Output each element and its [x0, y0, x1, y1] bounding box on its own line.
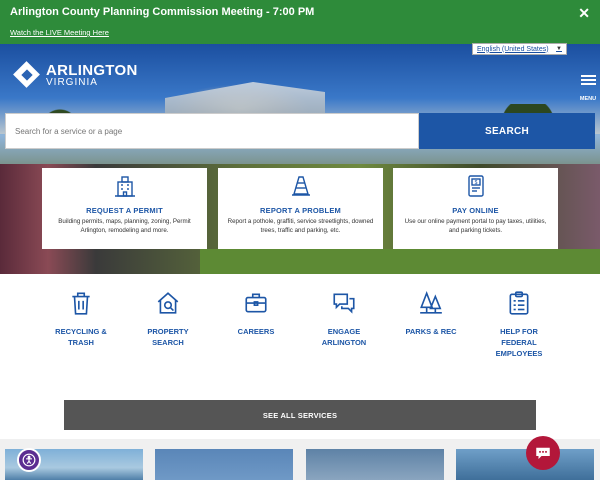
service-label: PROPERTY SEARCH — [147, 327, 189, 347]
request-permit-card[interactable]: REQUEST A PERMIT Building permits, maps,… — [42, 168, 207, 249]
pay-online-card[interactable]: $ PAY ONLINE Use our online payment port… — [393, 168, 558, 249]
news-thumbnail[interactable] — [155, 449, 293, 480]
svg-text:$: $ — [474, 180, 477, 186]
chat-bubbles-icon — [333, 293, 355, 314]
service-careers[interactable]: CAREERS — [221, 290, 291, 338]
service-engage-arlington[interactable]: ENGAGE ARLINGTON — [309, 290, 379, 349]
card-title: PAY ONLINE — [452, 206, 499, 215]
house-search-icon — [157, 292, 179, 314]
service-recycling-trash[interactable]: RECYCLING & TRASH — [46, 290, 116, 349]
card-title: REQUEST A PERMIT — [86, 206, 163, 215]
trees-icon — [420, 290, 442, 314]
service-federal-employees[interactable]: HELP FOR FEDERAL EMPLOYEES — [484, 290, 554, 360]
clipboard-icon — [509, 291, 529, 315]
see-all-services-button[interactable]: SEE ALL SERVICES — [64, 400, 536, 430]
news-thumbnail[interactable] — [456, 449, 594, 480]
news-thumbnail[interactable] — [306, 449, 444, 480]
hamburger-icon — [578, 75, 598, 85]
close-icon[interactable]: ✕ — [578, 5, 590, 22]
briefcase-icon — [245, 293, 267, 313]
service-parks-rec[interactable]: PARKS & REC — [396, 290, 466, 338]
language-label: English (United States) — [477, 45, 549, 53]
card-title: REPORT A PROBLEM — [260, 206, 341, 215]
search-input[interactable] — [5, 113, 419, 149]
logo-subtitle: VIRGINIA — [46, 76, 98, 88]
traffic-cone-icon — [291, 176, 310, 196]
service-label: PARKS & REC — [405, 327, 457, 336]
service-label: ENGAGE ARLINGTON — [321, 327, 367, 347]
report-problem-card[interactable]: REPORT A PROBLEM Report a pothole, graff… — [218, 168, 383, 249]
watch-live-link[interactable]: Watch the LIVE Meeting Here — [10, 28, 109, 37]
logo-name: ARLINGTON — [46, 61, 138, 79]
alert-banner: Arlington County Planning Commission Mee… — [0, 0, 600, 44]
search-button[interactable]: SEARCH — [419, 113, 595, 149]
accessibility-button[interactable] — [17, 448, 41, 472]
accessibility-icon — [22, 453, 36, 467]
service-label: CAREERS — [237, 327, 275, 336]
chat-icon — [536, 447, 550, 459]
payment-kiosk-icon: $ — [467, 175, 484, 197]
menu-label: MENU — [579, 96, 597, 102]
arlington-logo[interactable]: ARLINGTON VIRGINIA — [14, 62, 138, 88]
service-label: HELP FOR FEDERAL EMPLOYEES — [495, 327, 543, 358]
chevron-down-icon: ▼ — [556, 46, 562, 52]
trash-can-icon — [72, 292, 90, 315]
card-description: Building permits, maps, planning, zoning… — [58, 218, 191, 234]
alert-title: Arlington County Planning Commission Mee… — [10, 6, 315, 18]
card-description: Report a pothole, graffiti, service stre… — [227, 218, 374, 234]
chat-button[interactable] — [526, 436, 560, 470]
service-property-search[interactable]: PROPERTY SEARCH — [133, 290, 203, 349]
building-icon — [114, 176, 135, 197]
language-selector[interactable]: English (United States) ▼ — [472, 43, 567, 55]
menu-button[interactable]: MENU — [578, 73, 598, 105]
arlington-diamond-icon — [14, 62, 40, 88]
service-label: RECYCLING & TRASH — [55, 327, 107, 347]
card-description: Use our online payment portal to pay tax… — [404, 218, 547, 234]
